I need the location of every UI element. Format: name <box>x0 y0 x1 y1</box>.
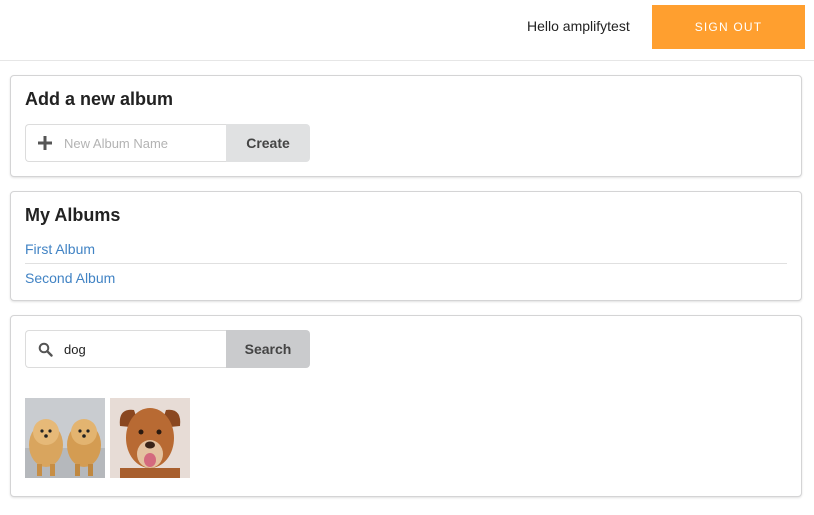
search-result-photo[interactable] <box>25 398 105 478</box>
pomeranian-dogs-photo-icon <box>25 398 105 478</box>
top-bar: Hello amplifytest SIGN OUT <box>0 0 814 61</box>
retriever-dog-photo-icon <box>110 398 190 478</box>
album-link-second[interactable]: Second Album <box>25 270 115 286</box>
search-input[interactable] <box>64 341 214 357</box>
album-divider <box>25 263 787 264</box>
new-album-name-input[interactable] <box>64 135 214 151</box>
search-icon <box>26 342 64 357</box>
sign-out-button[interactable]: SIGN OUT <box>652 5 805 49</box>
add-album-card: Add a new album Create <box>10 75 802 177</box>
search-result-photo[interactable] <box>110 398 190 478</box>
photo-search-card: Search <box>10 315 802 497</box>
my-albums-card: My Albums First Album Second Album <box>10 191 802 301</box>
my-albums-title: My Albums <box>25 205 121 225</box>
search-button[interactable]: Search <box>226 330 310 368</box>
search-input-wrapper <box>25 330 226 368</box>
new-album-form: Create <box>25 124 310 162</box>
plus-icon <box>26 136 64 150</box>
create-album-button[interactable]: Create <box>226 124 310 162</box>
album-link-first[interactable]: First Album <box>25 241 95 257</box>
user-greeting: Hello amplifytest <box>527 18 630 34</box>
add-album-title: Add a new album <box>25 89 174 109</box>
new-album-input-wrapper <box>25 124 226 162</box>
search-form: Search <box>25 330 310 368</box>
